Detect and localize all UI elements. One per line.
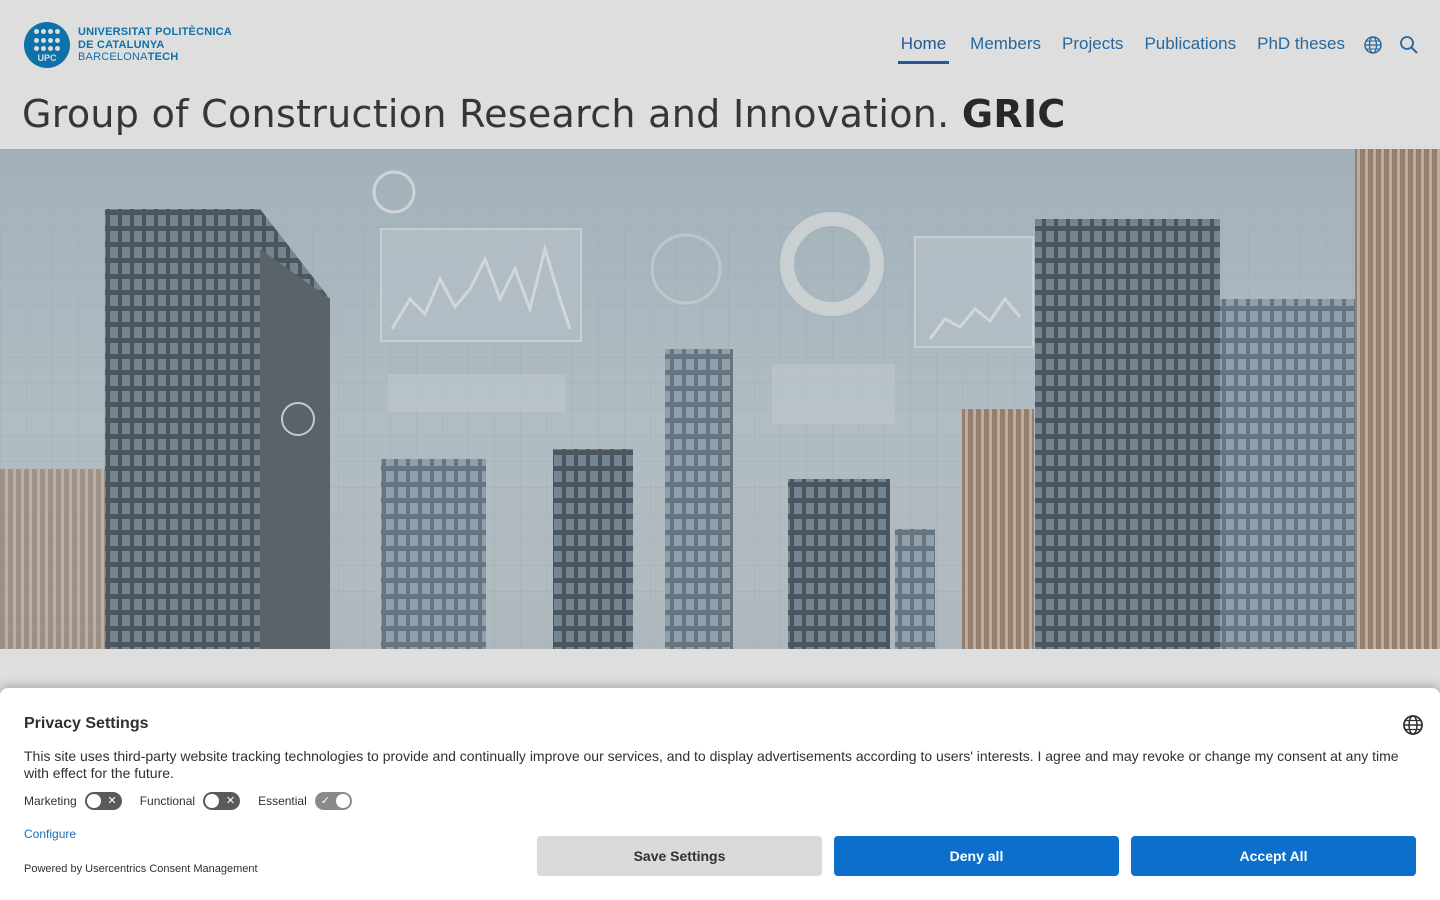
save-settings-button[interactable]: Save Settings bbox=[537, 836, 822, 876]
check-icon: ✓ bbox=[320, 795, 330, 807]
deny-all-button[interactable]: Deny all bbox=[834, 836, 1119, 876]
x-icon: ✕ bbox=[225, 795, 236, 807]
privacy-settings-banner: Privacy Settings This site uses third-pa… bbox=[0, 688, 1440, 900]
accept-all-button[interactable]: Accept All bbox=[1131, 836, 1416, 876]
toggle-essential: Essential ✓ bbox=[258, 792, 352, 810]
language-globe-icon[interactable] bbox=[1402, 714, 1424, 736]
functional-switch[interactable]: ✕ bbox=[203, 792, 241, 810]
configure-link[interactable]: Configure bbox=[24, 827, 76, 841]
privacy-description: This site uses third-party website track… bbox=[24, 748, 1399, 781]
powered-by-text: Powered by Usercentrics Consent Manageme… bbox=[24, 863, 258, 875]
essential-switch: ✓ bbox=[314, 792, 352, 810]
x-icon: ✕ bbox=[107, 795, 117, 807]
privacy-settings-title: Privacy Settings bbox=[24, 715, 149, 732]
marketing-switch[interactable]: ✕ bbox=[84, 792, 122, 810]
toggle-marketing: Marketing ✕ bbox=[24, 792, 122, 810]
toggle-functional: Functional ✕ bbox=[140, 792, 241, 810]
consent-toggles: Marketing ✕ Functional ✕ Essential ✓ bbox=[24, 792, 370, 810]
